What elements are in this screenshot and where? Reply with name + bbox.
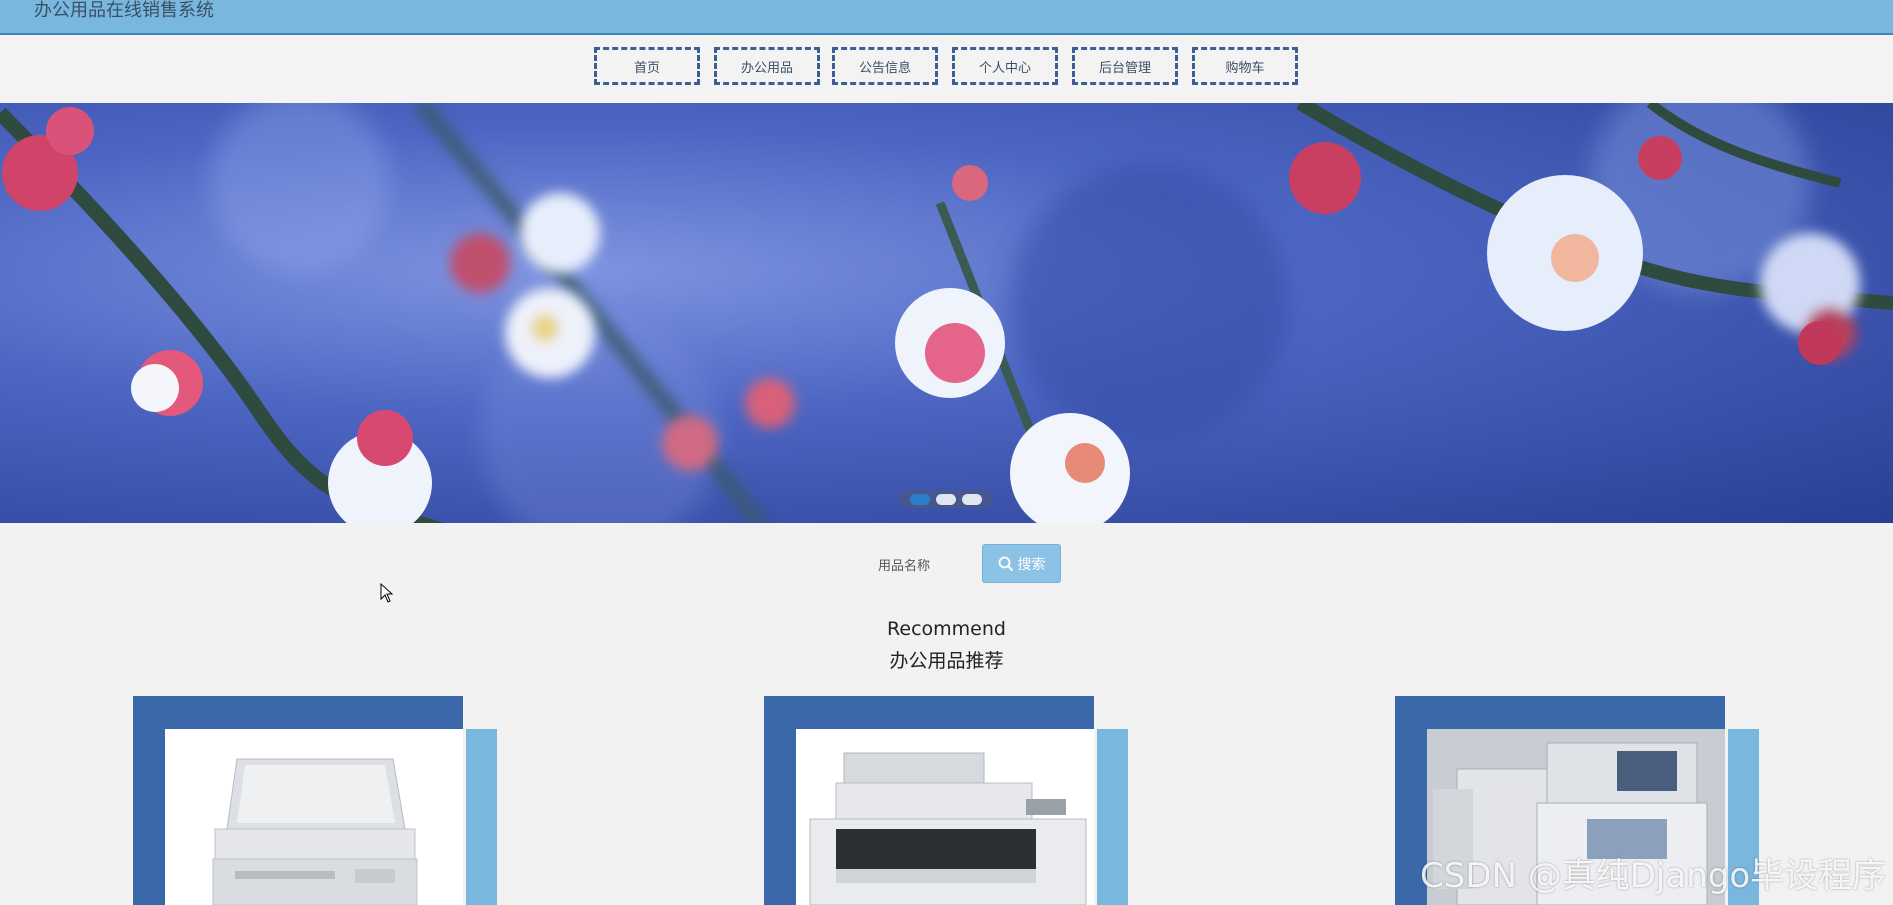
search-field-label[interactable]: 用品名称 <box>878 555 930 574</box>
copier-image <box>165 729 463 905</box>
carousel-dot-3[interactable] <box>962 493 982 505</box>
nav-item-admin[interactable]: 后台管理 <box>1072 47 1178 85</box>
nav-item-cart[interactable]: 购物车 <box>1192 47 1298 85</box>
csdn-watermark: CSDN @真纯Django毕设程序 <box>1420 856 1887 896</box>
product-image[interactable] <box>796 729 1094 905</box>
search-button-label: 搜索 <box>1017 556 1046 573</box>
product-card[interactable] <box>764 696 1128 905</box>
recommend-title-en: Recommend <box>887 618 1006 640</box>
plum-blossom-image <box>0 103 1893 523</box>
carousel-indicators <box>899 490 993 508</box>
mouse-cursor-icon <box>380 583 394 603</box>
search-button[interactable]: 搜索 <box>982 544 1061 583</box>
carousel-dot-1[interactable] <box>910 493 930 505</box>
main-nav: 首页 办公用品 公告信息 个人中心 后台管理 购物车 <box>0 35 1893 103</box>
nav-item-announcements[interactable]: 公告信息 <box>832 47 938 85</box>
nav-item-office-supplies[interactable]: 办公用品 <box>714 47 820 85</box>
nav-item-personal-center[interactable]: 个人中心 <box>952 47 1058 85</box>
recommend-title-cn: 办公用品推荐 <box>889 650 1004 672</box>
copier-image <box>796 729 1094 905</box>
nav-item-home[interactable]: 首页 <box>594 47 700 85</box>
search-icon <box>998 556 1013 571</box>
product-card[interactable] <box>133 696 497 905</box>
banner-carousel[interactable] <box>0 103 1893 523</box>
product-image[interactable] <box>165 729 463 905</box>
carousel-dot-2[interactable] <box>936 493 956 505</box>
site-title: 办公用品在线销售系统 <box>34 0 214 21</box>
top-bar: 办公用品在线销售系统 <box>0 0 1893 35</box>
